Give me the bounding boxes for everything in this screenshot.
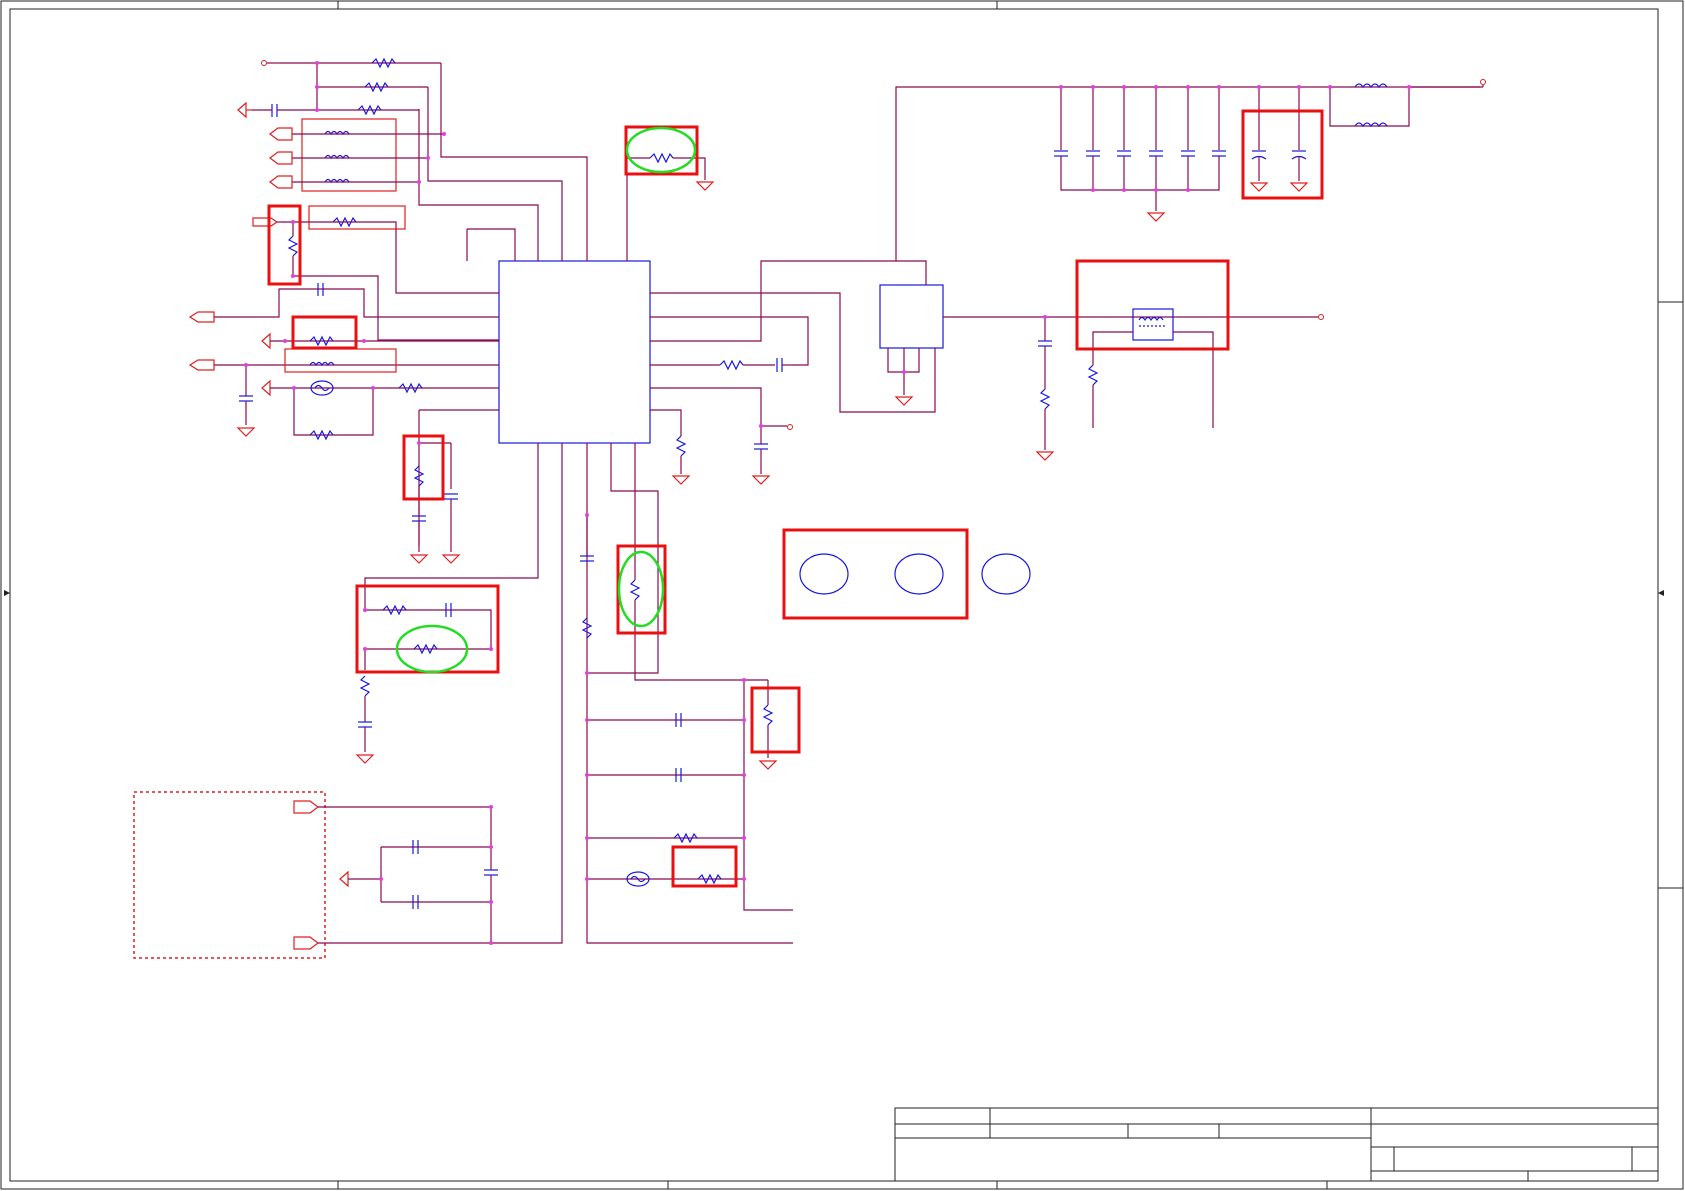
transformer: [1087, 308, 1214, 428]
highlight-box-bottom-pulldown: [750, 686, 801, 754]
connector-block: [133, 791, 498, 959]
left-io-wires: [188, 283, 499, 546]
highlight-box-series-r: [291, 315, 358, 350]
highlight-oval-top: [625, 126, 697, 174]
mounting-hole-3: [981, 553, 1031, 595]
ferrite-bead-group: [269, 118, 444, 192]
sheet-frame: [0, 0, 1684, 1190]
highlight-box-mounting-holes: [782, 528, 969, 620]
ic-bottom-wires: [364, 443, 793, 944]
highlight-boxes: [267, 109, 1324, 888]
main-ic: [498, 260, 651, 444]
schematic-canvas: [0, 0, 1685, 1191]
highlight-oval-sense: [617, 550, 665, 628]
pulldown-group-left: [409, 465, 461, 564]
ic-top-wires: [281, 62, 628, 261]
bulk-capacitor-bank: [1053, 87, 1227, 222]
title-block: [894, 1107, 1659, 1182]
mounting-hole-2: [894, 553, 944, 595]
rc-ladder: [587, 679, 778, 887]
highlight-box-rc-network: [355, 584, 500, 674]
series-resistor-row: [252, 205, 499, 294]
highlight-box-electrolytics: [1241, 109, 1324, 200]
electrolytic-caps: [1249, 87, 1309, 192]
highlight-box-left-pulldown: [402, 434, 445, 501]
output-snubber: [1035, 317, 1055, 461]
mounting-holes: [799, 553, 1031, 595]
mounting-hole-1: [799, 553, 849, 595]
highlight-box-transformer: [1075, 259, 1230, 351]
secondary-ic: [879, 86, 1483, 406]
schematic-drawing: [0, 0, 1684, 1190]
